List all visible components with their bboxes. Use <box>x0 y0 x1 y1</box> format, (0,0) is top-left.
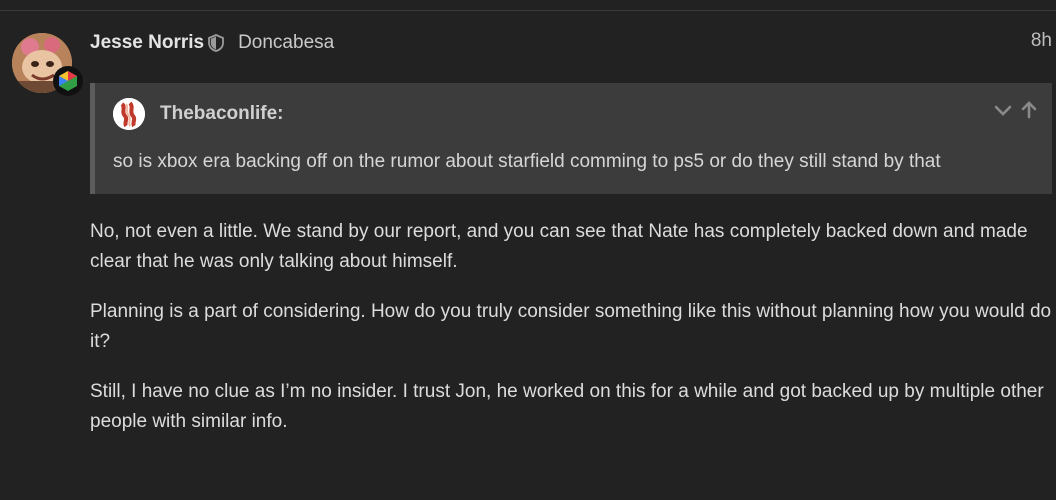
username-link[interactable]: Jesse Norris <box>90 32 204 54</box>
post-paragraph: Still, I have no clue as I’m no insider.… <box>90 381 1044 432</box>
quote-block: Thebaconlife: so is xbox era backing off… <box>90 83 1052 194</box>
quote-username: Thebaconlife: <box>160 103 284 124</box>
full-name-link[interactable]: Doncabesa <box>238 32 334 54</box>
post-paragraph: Planning is a part of considering. How d… <box>90 301 1052 352</box>
post-container: Jesse Norris Doncabesa 8h Thebaconlife: <box>0 0 1056 500</box>
quote-text: so is xbox era backing off on the rumor … <box>113 151 941 172</box>
quote-controls <box>994 101 1038 119</box>
topic-divider <box>0 10 1056 11</box>
post-paragraph: No, not even a little. We stand by our r… <box>90 221 1028 272</box>
quote-avatar[interactable] <box>113 98 145 130</box>
post-author: Jesse Norris Doncabesa <box>90 30 334 56</box>
post-date[interactable]: 8h <box>1031 30 1052 52</box>
shield-icon <box>208 34 224 52</box>
post-body: No, not even a little. We stand by our r… <box>90 217 1052 457</box>
flair-icon <box>59 71 77 91</box>
arrow-up-icon[interactable] <box>1020 101 1038 119</box>
quote-header: Thebaconlife: <box>113 98 284 130</box>
chevron-down-icon[interactable] <box>994 101 1012 119</box>
flair-badge[interactable] <box>53 66 83 96</box>
